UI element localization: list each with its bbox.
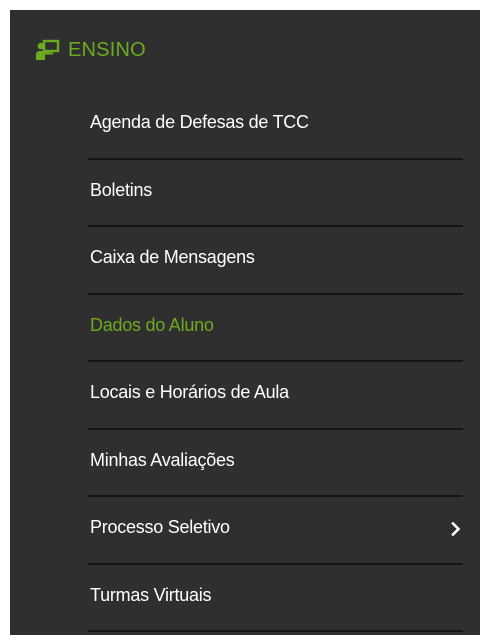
menu-item-boletins[interactable]: Boletins xyxy=(88,160,463,227)
menu-item-label: Minhas Avaliações xyxy=(90,449,235,470)
menu-item-caixa-de-mensagens[interactable]: Caixa de Mensagens xyxy=(88,227,463,295)
menu-item-dados-do-aluno[interactable]: Dados do Aluno xyxy=(88,295,463,362)
menu-item-label: Dados do Aluno xyxy=(90,314,214,335)
menu-item-minhas-avaliacoes[interactable]: Minhas Avaliações xyxy=(88,430,463,497)
sidebar-menu: ENSINO Agenda de Defesas de TCC Boletins… xyxy=(10,10,480,635)
menu-item-list: Agenda de Defesas de TCC Boletins Caixa … xyxy=(88,92,463,632)
menu-item-label: Boletins xyxy=(90,179,153,200)
menu-item-label: Agenda de Defesas de TCC xyxy=(90,112,309,132)
section-ensino[interactable]: ENSINO xyxy=(36,34,146,66)
section-title: ENSINO xyxy=(68,38,146,61)
menu-item-label: Caixa de Mensagens xyxy=(90,247,255,267)
menu-item-label: Locais e Horários de Aula xyxy=(90,382,289,402)
chevron-right-icon xyxy=(451,522,461,536)
menu-item-label: Processo Seletivo xyxy=(90,517,230,537)
menu-item-locais-e-horarios[interactable]: Locais e Horários de Aula xyxy=(88,362,463,430)
menu-item-turmas-virtuais[interactable]: Turmas Virtuais xyxy=(88,565,463,632)
menu-item-processo-seletivo[interactable]: Processo Seletivo xyxy=(88,497,463,565)
menu-item-agenda-defesas-tcc[interactable]: Agenda de Defesas de TCC xyxy=(88,92,463,160)
chalkboard-teacher-icon xyxy=(36,39,60,60)
menu-item-label: Turmas Virtuais xyxy=(90,584,212,605)
